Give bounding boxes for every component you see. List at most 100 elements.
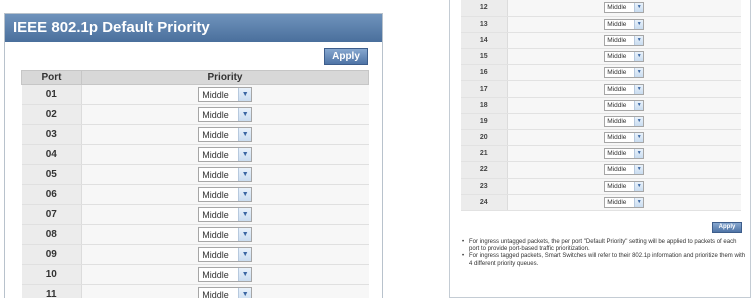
priority-select[interactable]: Middle ▼ <box>604 180 645 192</box>
priority-select[interactable]: Middle ▼ <box>198 207 253 222</box>
priority-select[interactable]: Middle ▼ <box>604 132 645 144</box>
chevron-down-icon[interactable]: ▼ <box>634 3 644 13</box>
chevron-down-icon[interactable]: ▼ <box>238 268 252 281</box>
chevron-down-icon[interactable]: ▼ <box>238 168 252 181</box>
priority-select[interactable]: Middle ▼ <box>604 196 645 208</box>
priority-select-value: Middle <box>607 85 627 93</box>
priority-select-value: Middle <box>202 129 229 140</box>
table-row: 06 Middle ▼ <box>21 184 369 205</box>
port-number: 10 <box>21 264 82 285</box>
chevron-down-icon[interactable]: ▼ <box>238 228 252 241</box>
port-number: 11 <box>21 284 82 298</box>
apply-button-bottom[interactable]: Apply <box>712 222 742 233</box>
port-number: 18 <box>461 97 508 114</box>
chevron-down-icon[interactable]: ▼ <box>634 52 644 62</box>
priority-select-value: Middle <box>202 169 229 180</box>
chevron-down-icon[interactable]: ▼ <box>634 149 644 159</box>
priority-select[interactable]: Middle ▼ <box>198 107 253 122</box>
priority-cell: Middle ▼ <box>81 144 369 165</box>
priority-cell: Middle ▼ <box>507 178 741 195</box>
priority-select[interactable]: Middle ▼ <box>604 148 645 160</box>
priority-select[interactable]: Middle ▼ <box>198 187 253 202</box>
chevron-down-icon[interactable]: ▼ <box>238 88 252 101</box>
priority-select[interactable]: Middle ▼ <box>198 147 253 162</box>
priority-select[interactable]: Middle ▼ <box>604 67 645 79</box>
chevron-down-icon[interactable]: ▼ <box>634 116 644 126</box>
table-row: 13 Middle ▼ <box>461 16 741 33</box>
chevron-down-icon[interactable]: ▼ <box>238 288 252 298</box>
default-priority-panel-continued: 12 Middle ▼ 13 Middle ▼ 14 Middle ▼ 15 Middle ▼ 16 Mi… <box>449 0 751 298</box>
table-header-row: Port Priority <box>21 70 369 85</box>
priority-cell: Middle ▼ <box>507 113 741 131</box>
priority-select[interactable]: Middle ▼ <box>604 115 645 127</box>
priority-cell: Middle ▼ <box>81 244 369 265</box>
priority-cell: Middle ▼ <box>507 145 741 163</box>
chevron-down-icon[interactable]: ▼ <box>238 208 252 221</box>
table-row: 04 Middle ▼ <box>21 144 369 165</box>
chevron-down-icon[interactable]: ▼ <box>238 188 252 201</box>
port-number: 23 <box>461 178 508 195</box>
port-number: 03 <box>21 124 82 145</box>
port-number: 01 <box>21 84 82 105</box>
priority-select-value: Middle <box>607 4 627 12</box>
priority-select-value: Middle <box>607 150 627 158</box>
port-number: 02 <box>21 104 82 125</box>
apply-button[interactable]: Apply <box>324 48 368 65</box>
port-number: 09 <box>21 244 82 265</box>
priority-select[interactable]: Middle ▼ <box>198 227 253 242</box>
chevron-down-icon[interactable]: ▼ <box>238 108 252 121</box>
chevron-down-icon[interactable]: ▼ <box>634 68 644 78</box>
port-number: 20 <box>461 129 508 147</box>
priority-select[interactable]: Middle ▼ <box>198 87 253 102</box>
priority-select[interactable]: Middle ▼ <box>604 51 645 63</box>
priority-select[interactable]: Middle ▼ <box>604 164 645 176</box>
port-number: 08 <box>21 224 82 245</box>
table-row: 22 Middle ▼ <box>461 161 741 179</box>
priority-select[interactable]: Middle ▼ <box>604 18 645 30</box>
port-number: 07 <box>21 204 82 225</box>
priority-select[interactable]: Middle ▼ <box>198 287 253 298</box>
priority-cell: Middle ▼ <box>81 84 369 105</box>
priority-cell: Middle ▼ <box>507 80 741 98</box>
table-row: 05 Middle ▼ <box>21 164 369 185</box>
port-number: 21 <box>461 145 508 163</box>
priority-cell: Middle ▼ <box>81 164 369 185</box>
priority-select[interactable]: Middle ▼ <box>604 2 645 14</box>
chevron-down-icon[interactable]: ▼ <box>634 35 644 45</box>
priority-select[interactable]: Middle ▼ <box>198 247 253 262</box>
priority-column-header: Priority <box>81 70 369 85</box>
table-row: 23 Middle ▼ <box>461 178 741 195</box>
priority-select[interactable]: Middle ▼ <box>198 127 253 142</box>
chevron-down-icon[interactable]: ▼ <box>238 248 252 261</box>
priority-select-value: Middle <box>202 269 229 280</box>
priority-cell: Middle ▼ <box>507 0 741 17</box>
chevron-down-icon[interactable]: ▼ <box>634 100 644 110</box>
port-number: 14 <box>461 32 508 50</box>
priority-cell: Middle ▼ <box>507 32 741 50</box>
table-row: 20 Middle ▼ <box>461 129 741 147</box>
chevron-down-icon[interactable]: ▼ <box>238 128 252 141</box>
port-number: 19 <box>461 113 508 131</box>
chevron-down-icon[interactable]: ▼ <box>634 165 644 175</box>
priority-select-value: Middle <box>607 198 627 206</box>
priority-cell: Middle ▼ <box>81 184 369 205</box>
note-item: For ingress untagged packets, the per po… <box>462 239 747 253</box>
chevron-down-icon[interactable]: ▼ <box>634 181 644 191</box>
priority-select[interactable]: Middle ▼ <box>198 267 253 282</box>
priority-select[interactable]: Middle ▼ <box>604 34 645 46</box>
chevron-down-icon[interactable]: ▼ <box>238 148 252 161</box>
chevron-down-icon[interactable]: ▼ <box>634 84 644 94</box>
apply-row: Apply <box>5 42 382 72</box>
priority-select-value: Middle <box>202 89 229 100</box>
priority-select[interactable]: Middle ▼ <box>198 167 253 182</box>
priority-select[interactable]: Middle ▼ <box>604 83 645 95</box>
priority-cell: Middle ▼ <box>507 16 741 33</box>
table-row: 18 Middle ▼ <box>461 97 741 114</box>
chevron-down-icon[interactable]: ▼ <box>634 19 644 29</box>
priority-select-value: Middle <box>202 249 229 260</box>
chevron-down-icon[interactable]: ▼ <box>634 133 644 143</box>
priority-select-value: Middle <box>607 20 627 28</box>
chevron-down-icon[interactable]: ▼ <box>634 197 644 207</box>
priority-select[interactable]: Middle ▼ <box>604 99 645 111</box>
port-column-header: Port <box>21 70 82 85</box>
